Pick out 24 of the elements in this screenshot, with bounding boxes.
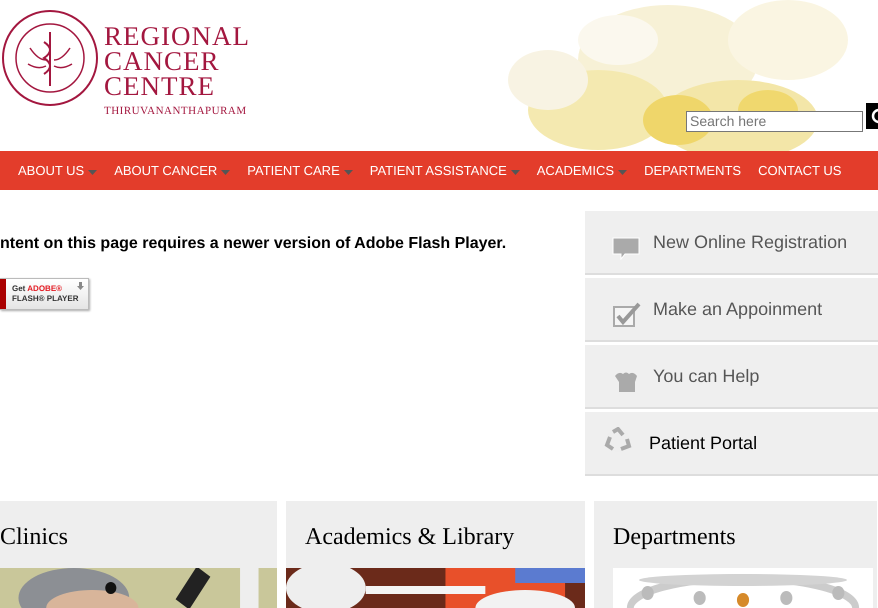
nav-link[interactable]: ABOUT CANCER: [114, 160, 230, 180]
sidebar-link[interactable]: You can Help: [585, 345, 878, 409]
logo-text: CENTRE: [104, 74, 216, 99]
checkbox-icon: [611, 301, 641, 327]
card-title: Clinics: [0, 523, 70, 552]
recycle-icon: [603, 427, 633, 453]
card-title: Departments: [612, 523, 737, 552]
nav-link[interactable]: ABOUT US: [18, 160, 98, 180]
nav-link[interactable]: PATIENT CARE: [247, 160, 353, 180]
get-flash-player-link[interactable]: Get ADOBE® FLASH® PLAYER: [0, 278, 89, 310]
logo-text: REGIONAL: [104, 24, 250, 49]
logo-text: CANCER: [104, 49, 221, 74]
sidebar-link[interactable]: Patient Portal: [585, 412, 878, 476]
nav-link[interactable]: ACADEMICS: [536, 160, 628, 180]
download-arrow-icon: [77, 282, 84, 290]
search-field[interactable]: Search here: [686, 111, 863, 132]
card-title: Academics & Library: [304, 523, 516, 552]
flash-message: ntent on this page requires a newer version of Adobe Flash Player.: [0, 234, 508, 254]
sidebar-link[interactable]: Make an Appoinment: [585, 278, 878, 342]
nav-link[interactable]: CONTACT US: [758, 160, 842, 180]
nav-link[interactable]: DEPARTMENTS: [644, 160, 742, 180]
nav-link[interactable]: PATIENT ASSISTANCE: [370, 160, 520, 180]
logo-city-text: THIRUVANANTHAPURAM: [104, 104, 248, 119]
sidebar-link[interactable]: New Online Registration: [585, 211, 878, 275]
